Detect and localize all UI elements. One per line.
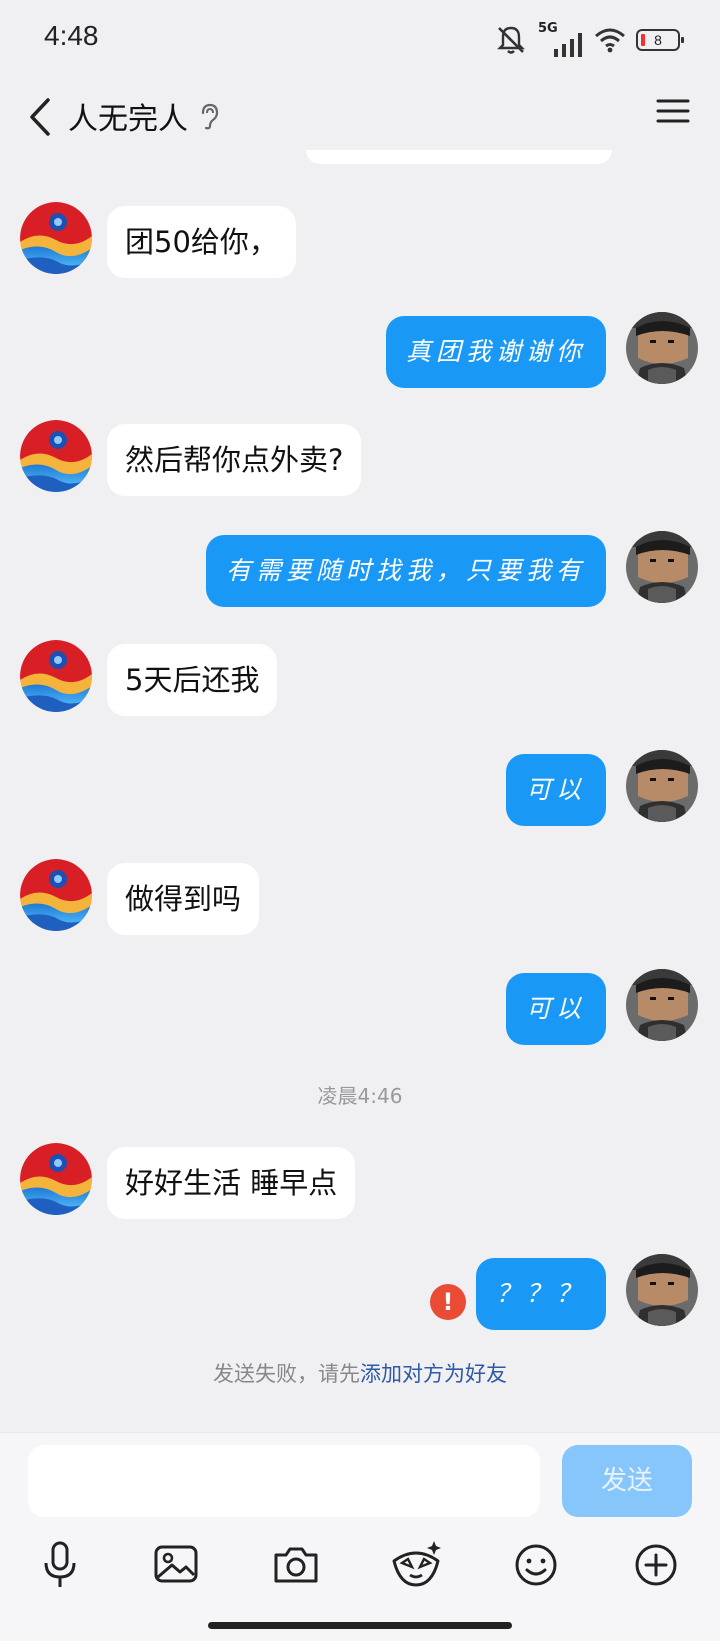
send-button[interactable]: 发送 — [562, 1445, 692, 1517]
message-bubble-outgoing[interactable]: 真团我谢谢你 — [385, 316, 606, 388]
contact-avatar[interactable] — [20, 640, 92, 712]
message-bubble-incoming[interactable]: 团50给你， — [107, 206, 296, 278]
contact-avatar[interactable] — [20, 420, 92, 492]
my-avatar[interactable] — [626, 969, 698, 1041]
plus-icon[interactable] — [626, 1535, 686, 1595]
ear-icon[interactable] — [198, 102, 220, 130]
home-indicator[interactable] — [208, 1622, 512, 1629]
status-time: 4:48 — [44, 20, 99, 51]
chat-header: 人无完人 — [0, 80, 720, 160]
message-bubble-incoming[interactable]: 好好生活 睡早点 — [107, 1147, 356, 1219]
message-bubble-incoming[interactable]: 5天后还我 — [107, 644, 278, 716]
composer: 发送 — [0, 1432, 720, 1641]
message-bubble-outgoing[interactable]: 可以 — [505, 754, 606, 826]
message-list[interactable]: 团50给你， 真团我谢谢你 然后帮你点外卖? 有需要随时找我，只要我有 5天后还… — [0, 150, 720, 1420]
chat-title[interactable]: 人无完人 — [68, 94, 188, 138]
time-separator: 凌晨4:46 — [317, 1084, 403, 1108]
message-bubble-incoming[interactable]: 做得到吗 — [107, 863, 260, 935]
contact-avatar[interactable] — [20, 859, 92, 931]
contact-avatar[interactable] — [20, 1143, 92, 1215]
message-bubble-incoming[interactable]: 然后帮你点外卖? — [107, 424, 362, 496]
back-icon[interactable] — [22, 92, 62, 142]
send-failed-notice: 发送失败，请先添加对方为好友 — [0, 1358, 720, 1388]
sticker-icon[interactable] — [386, 1535, 446, 1595]
signal-icon — [554, 33, 582, 57]
camera-icon[interactable] — [266, 1535, 326, 1595]
mute-icon — [497, 26, 525, 54]
message-bubble-outgoing[interactable]: 有需要随时找我，只要我有 — [205, 535, 606, 607]
wifi-icon — [595, 28, 625, 53]
network-type: 5G — [538, 21, 584, 57]
status-icons: 5G 8 — [494, 21, 684, 58]
send-failed-text: 发送失败，请先 — [213, 1362, 360, 1386]
message-bubble-outgoing[interactable]: ？？？ — [475, 1258, 606, 1330]
message-bubble-outgoing[interactable]: 可以 — [505, 973, 606, 1045]
composer-toolbar — [0, 1535, 720, 1605]
my-avatar[interactable] — [626, 750, 698, 822]
previous-message-bubble[interactable] — [306, 150, 612, 164]
contact-avatar[interactable] — [20, 202, 92, 274]
my-avatar[interactable] — [626, 1254, 698, 1326]
status-bar: 4:48 5G 8 — [0, 0, 720, 80]
mic-icon[interactable] — [30, 1535, 90, 1595]
add-friend-link[interactable]: 添加对方为好友 — [360, 1362, 507, 1386]
my-avatar[interactable] — [626, 531, 698, 603]
emoji-icon[interactable] — [506, 1535, 566, 1595]
my-avatar[interactable] — [626, 312, 698, 384]
send-failed-icon[interactable]: ! — [430, 1284, 466, 1320]
menu-icon[interactable] — [656, 96, 690, 126]
image-icon[interactable] — [146, 1535, 206, 1595]
battery-indicator: 8 — [636, 29, 684, 51]
message-input[interactable] — [28, 1445, 540, 1517]
